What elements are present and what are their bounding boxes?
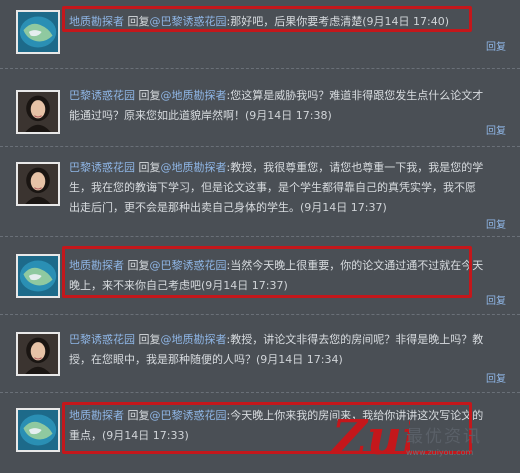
author-link[interactable]: 巴黎诱惑花园 [69,89,135,102]
avatar[interactable] [16,254,60,298]
mention-link[interactable]: @地质勘探者 [161,333,227,346]
logo-text: Zui [330,410,410,466]
watermark-url-text: www.zuiyou.com [406,448,474,457]
watermark-cn-text: 最优资讯 [406,427,482,447]
reply-button[interactable]: 回复 [486,122,506,137]
reply-word: 回复 [138,333,161,346]
reply-word: 回复 [138,161,161,174]
avatar[interactable] [16,332,60,376]
mention-link[interactable]: @地质勘探者 [161,89,227,102]
reply-word: 回复 [138,89,161,102]
globe-avatar-icon [18,12,58,52]
highlight-box [62,6,472,32]
avatar[interactable] [16,408,60,452]
reply-button[interactable]: 回复 [486,370,506,385]
avatar[interactable] [16,162,60,206]
comment-feed: 地质勘探者 回复@巴黎诱惑花园:那好吧，后果你要考虑清楚(9月14日 17:40… [0,0,520,470]
globe-avatar-icon [18,256,58,296]
comment-text: 巴黎诱惑花园 回复@地质勘探者:教授，我很尊重您，请您也尊重一下我，我是您的学生… [69,158,484,218]
reply-button[interactable]: 回复 [486,216,506,231]
list-item: 巴黎诱惑花园 回复@地质勘探者:您这算是威胁我吗？难道非得跟您发生点什么论文才能… [0,68,520,147]
comment-time: (9月14日 17:38) [245,109,332,122]
mention-link[interactable]: @地质勘探者 [161,161,227,174]
avatar[interactable] [16,90,60,134]
comment-text: 巴黎诱惑花园 回复@地质勘探者:教授，讲论文非得去您的房间呢？非得是晚上吗？教授… [69,330,484,370]
watermark: Zui 最优资讯 www.zuiyou.com [330,400,520,470]
woman-avatar-icon [18,164,58,204]
woman-avatar-icon [18,334,58,374]
comment-time: (9月14日 17:37) [300,201,387,214]
list-item: 巴黎诱惑花园 回复@地质勘探者:教授，讲论文非得去您的房间呢？非得是晚上吗？教授… [0,314,520,393]
avatar[interactable] [16,10,60,54]
reply-button[interactable]: 回复 [486,38,506,53]
comment-text: 巴黎诱惑花园 回复@地质勘探者:您这算是威胁我吗？难道非得跟您发生点什么论文才能… [69,86,484,126]
comment-time: (9月14日 17:34) [256,353,343,366]
zui-logo-icon: Zui [330,410,420,466]
author-link[interactable]: 巴黎诱惑花园 [69,333,135,346]
woman-avatar-icon [18,92,58,132]
globe-avatar-icon [18,410,58,450]
list-item: 巴黎诱惑花园 回复@地质勘探者:教授，我很尊重您，请您也尊重一下我，我是您的学生… [0,146,520,237]
highlight-box [62,246,472,298]
author-link[interactable]: 巴黎诱惑花园 [69,161,135,174]
reply-button[interactable]: 回复 [486,292,506,307]
